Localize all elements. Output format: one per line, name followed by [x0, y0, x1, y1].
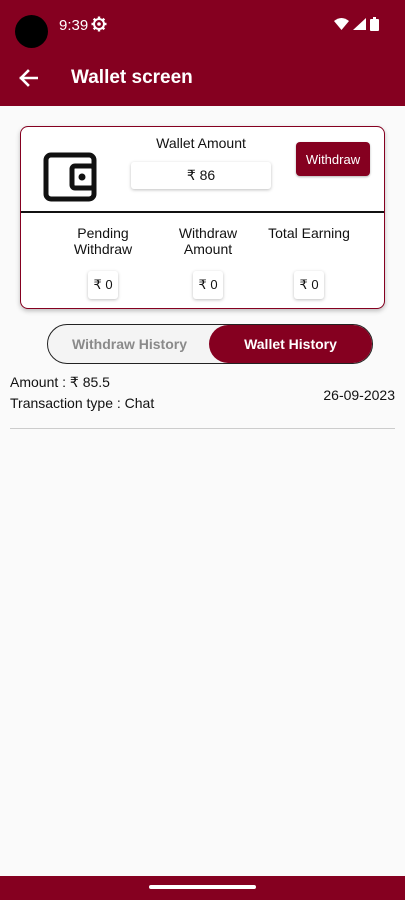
- battery-icon: [370, 17, 379, 31]
- total-earning-stat: Total Earning ₹ 0: [264, 225, 354, 299]
- wallet-icon: [43, 152, 97, 202]
- wallet-amount-value: ₹ 86: [131, 162, 271, 189]
- system-nav-bar: [0, 876, 405, 900]
- status-time: 9:39: [59, 17, 89, 34]
- app-bar: Wallet screen: [0, 52, 405, 106]
- card-divider: [21, 211, 384, 213]
- stat-value: ₹ 0: [294, 271, 324, 299]
- home-gesture-handle[interactable]: [149, 885, 256, 889]
- amount-label: Amount :: [10, 374, 70, 390]
- withdraw-amount-stat: Withdraw Amount ₹ 0: [163, 225, 253, 299]
- camera-cutout: [15, 15, 48, 48]
- wallet-amount-label: Wallet Amount: [156, 135, 246, 151]
- withdraw-button[interactable]: Withdraw: [296, 142, 370, 176]
- signal-icon: [353, 18, 366, 30]
- transaction-type-value: Chat: [124, 395, 155, 411]
- stat-value: ₹ 0: [88, 271, 118, 299]
- transaction-date: 26-09-2023: [323, 387, 395, 403]
- pending-withdraw-stat: Pending Withdraw ₹ 0: [58, 225, 148, 299]
- stat-label: Withdraw Amount: [178, 225, 238, 257]
- system-icons: [334, 17, 379, 31]
- page-title: Wallet screen: [71, 67, 193, 88]
- stat-label: Total Earning: [268, 225, 350, 241]
- status-bar: 9:39: [0, 0, 405, 52]
- gear-icon: [91, 16, 107, 32]
- arrow-left-icon: [19, 69, 38, 87]
- wallet-summary-card: Wallet Amount ₹ 86 Withdraw Pending With…: [20, 126, 385, 309]
- transaction-type-label: Transaction type :: [10, 395, 125, 411]
- amount-value: ₹ 85.5: [69, 374, 110, 390]
- back-button[interactable]: [14, 64, 42, 92]
- history-tab-toggle: Withdraw History Wallet History: [47, 324, 373, 364]
- tab-withdraw-history[interactable]: Withdraw History: [48, 325, 211, 363]
- stat-label: Pending Withdraw: [73, 225, 133, 257]
- stat-value: ₹ 0: [193, 271, 223, 299]
- tab-wallet-history[interactable]: Wallet History: [209, 325, 372, 363]
- transaction-list-item: Amount : ₹ 85.5 Transaction type : Chat …: [10, 372, 395, 429]
- wifi-icon: [334, 18, 349, 30]
